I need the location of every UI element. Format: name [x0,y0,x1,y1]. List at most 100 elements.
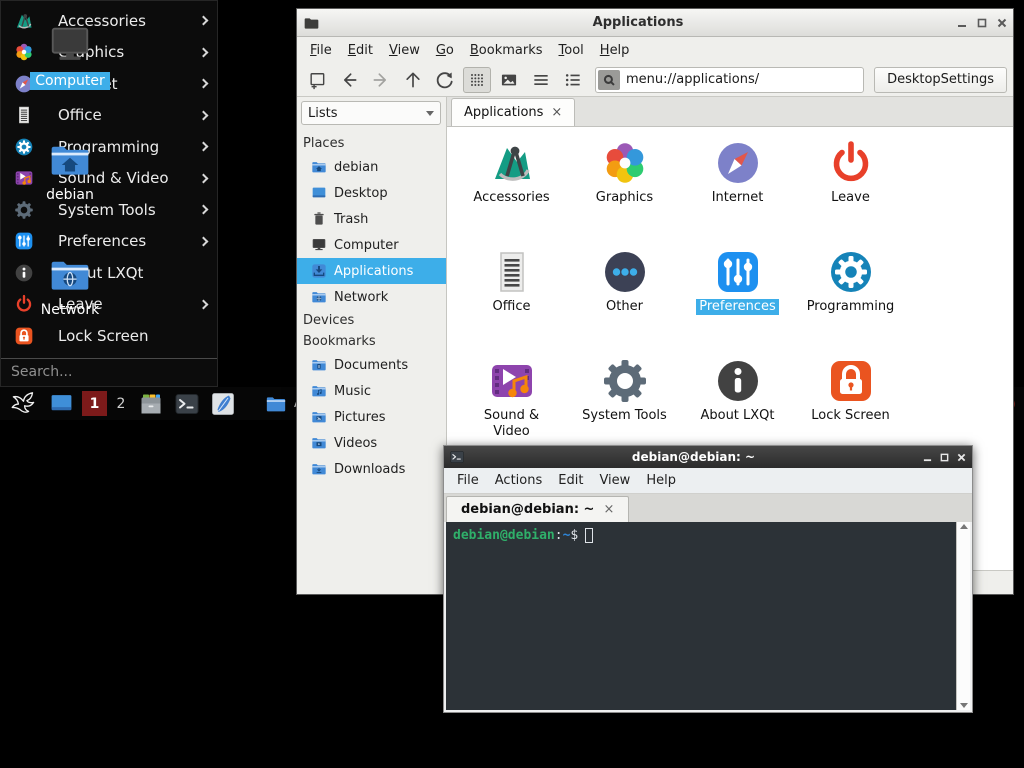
sidebar-mode-value: Lists [308,106,338,121]
programming-icon [827,248,875,296]
sidebar-item-desktop[interactable]: Desktop [297,180,446,206]
close-button[interactable] [997,18,1007,28]
category-internet[interactable]: Internet [681,139,794,248]
bookmarks-header: Bookmarks [301,331,446,352]
minimize-button[interactable] [923,453,932,462]
category-programming[interactable]: Programming [794,248,907,357]
menu-item-lock-screen[interactable]: Lock Screen [1,320,217,352]
new-tab-button[interactable] [303,67,331,93]
sidebar-mode-select[interactable]: Lists [301,101,441,125]
window-icon [303,15,319,31]
scroll-up-icon[interactable] [960,524,968,529]
menu-go[interactable]: Go [429,40,461,61]
terminal-scrollbar[interactable] [956,522,970,710]
back-icon [339,70,359,90]
icon-view-button[interactable] [463,67,491,93]
search-icon [598,70,620,90]
main-menu-button[interactable] [6,387,41,420]
terminal-screen[interactable]: debian@debian:~$ [446,522,956,710]
sidebar-item-videos[interactable]: Videos [297,430,446,456]
tab-applications[interactable]: Applications × [451,98,575,126]
menu-search-input[interactable]: Search... [1,359,217,387]
sidebar-item-documents[interactable]: Documents [297,352,446,378]
reload-button[interactable] [431,67,459,93]
tab-close-icon[interactable]: × [551,105,562,120]
tab-terminal-session[interactable]: debian@debian: ~ × [446,496,629,522]
computer-icon [311,237,327,253]
maximize-button[interactable] [940,453,949,462]
minimize-button[interactable] [957,18,967,28]
close-button[interactable] [957,453,966,462]
category-leave[interactable]: Leave [794,139,907,248]
sidebar-item-trash[interactable]: Trash [297,206,446,232]
menu-help[interactable]: Help [639,470,683,491]
sidebar-item-downloads[interactable]: Downloads [297,456,446,482]
quicklaunch-file-manager[interactable] [135,387,167,420]
devices-header: Devices [301,310,446,331]
submenu-arrow-icon [199,173,209,183]
applications-icon [311,263,327,279]
compact-view-icon [531,70,551,90]
path-input[interactable]: menu://applications/ [626,72,759,87]
forward-icon [371,70,391,90]
menu-help[interactable]: Help [593,40,637,61]
reload-icon [435,70,455,90]
menu-edit[interactable]: Edit [551,470,590,491]
workspace-1-button[interactable]: 1 [82,391,107,416]
sidebar-item-pictures[interactable]: Pictures [297,404,446,430]
menu-view[interactable]: View [382,40,427,61]
compact-view-button[interactable] [527,67,555,93]
up-button[interactable] [399,67,427,93]
lock-screen-icon [14,326,34,346]
fm-titlebar[interactable]: Applications [297,9,1013,37]
sidebar-item-applications[interactable]: Applications [297,258,446,284]
category-graphics[interactable]: Graphics [568,139,681,248]
desktop-icon-network[interactable]: Network [18,253,122,319]
forward-button[interactable] [367,67,395,93]
desktop-icon-label: debian [41,186,99,204]
fm-toolbar: menu://applications/ DesktopSettings [297,63,1013,97]
quicklaunch-featherpad[interactable] [207,387,239,420]
terminal-icon [450,450,464,464]
submenu-arrow-icon [199,142,209,152]
menu-file[interactable]: File [450,470,486,491]
sidebar-item-computer[interactable]: Computer [297,232,446,258]
quicklaunch-terminal[interactable] [171,387,203,420]
terminal-tab-bar: debian@debian: ~ × [444,494,972,522]
menu-actions[interactable]: Actions [488,470,550,491]
menu-bookmarks[interactable]: Bookmarks [463,40,550,61]
menu-edit[interactable]: Edit [341,40,380,61]
category-accessories[interactable]: Accessories [455,139,568,248]
window-title: debian@debian: ~ [470,450,917,464]
music-folder-icon [311,383,327,399]
submenu-arrow-icon [199,47,209,57]
thumbnail-view-button[interactable] [495,67,523,93]
category-other[interactable]: Other [568,248,681,357]
desktop-icon-computer[interactable]: Computer [18,22,122,90]
workspace-2-button[interactable]: 2 [111,396,131,412]
submenu-arrow-icon [199,236,209,246]
menu-item-office[interactable]: Office [1,100,217,132]
show-desktop-button[interactable] [45,387,78,420]
category-office[interactable]: Office [455,248,568,357]
scroll-down-icon[interactable] [960,703,968,708]
desktop-icon-label: Network [36,301,104,319]
category-preferences[interactable]: Preferences [681,248,794,357]
menu-view[interactable]: View [592,470,637,491]
detailed-view-button[interactable] [559,67,587,93]
sidebar-item-music[interactable]: Music [297,378,446,404]
tab-close-icon[interactable]: × [603,502,614,517]
back-button[interactable] [335,67,363,93]
graphics-icon [601,139,649,187]
terminal-titlebar[interactable]: debian@debian: ~ [444,446,972,468]
menu-tool[interactable]: Tool [552,40,591,61]
desktop-icon-debian[interactable]: debian [18,138,122,204]
sidebar-item-network[interactable]: Network [297,284,446,310]
menu-file[interactable]: File [303,40,339,61]
path-bar[interactable]: menu://applications/ [595,67,864,93]
sidebar-item-debian[interactable]: debian [297,154,446,180]
chevron-down-icon [426,111,434,116]
thumbnail-view-icon [499,70,519,90]
maximize-button[interactable] [977,18,987,28]
desktop-settings-button[interactable]: DesktopSettings [874,67,1007,93]
